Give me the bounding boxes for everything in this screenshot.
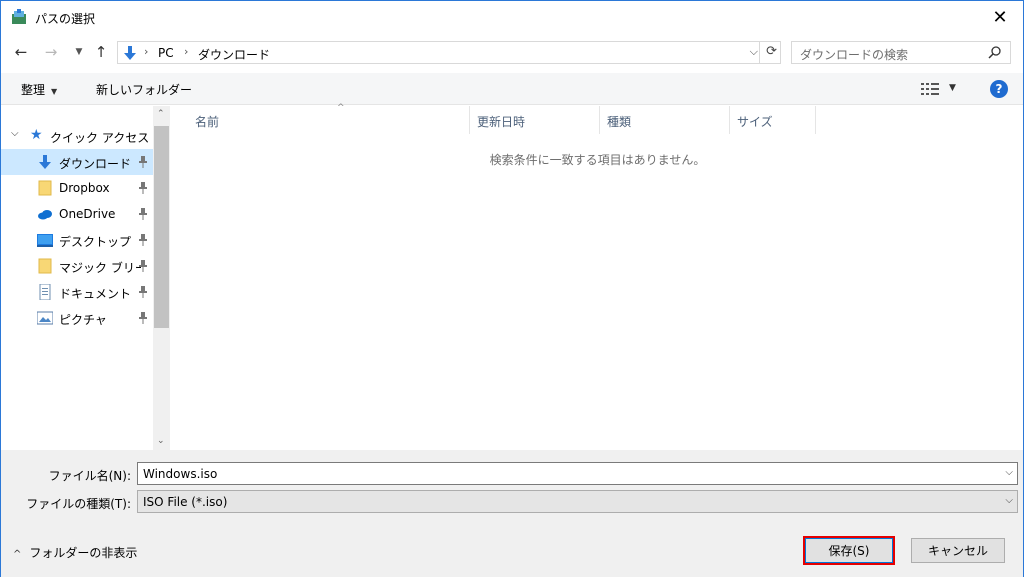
sidebar-item-label: ドキュメント	[59, 287, 132, 301]
refresh-button[interactable]: ⟳	[766, 44, 777, 59]
filetype-label: ファイルの種類(T):	[26, 497, 131, 511]
caret-down-icon: ▼	[51, 87, 58, 96]
sidebar-item-desktop[interactable]: デスクトップ	[1, 227, 153, 253]
cancel-button[interactable]: キャンセル	[911, 538, 1005, 563]
chevron-down-icon[interactable]: ⌵	[11, 128, 19, 139]
sidebar-item-label: OneDrive	[59, 207, 116, 221]
star-icon: ★	[30, 127, 43, 143]
picture-icon	[37, 311, 53, 325]
download-arrow-icon	[39, 155, 51, 169]
column-divider[interactable]	[815, 106, 816, 134]
file-list: 名前 ^ 更新日時 種類 サイズ 検索条件に一致する項目はありません。	[172, 103, 1023, 450]
column-header-size[interactable]: サイズ	[729, 106, 815, 134]
filename-label: ファイル名(N):	[48, 469, 131, 483]
pin-icon	[139, 312, 147, 324]
search-placeholder: ダウンロードの検索	[800, 48, 909, 62]
column-header-type[interactable]: 種類	[599, 106, 729, 134]
sidebar-item-magic-brief[interactable]: マジック ブリーフ	[1, 253, 153, 279]
navigation-pane: ⌵ ★ クイック アクセス ダウンロード Dropbox OneDrive デス…	[1, 106, 171, 450]
view-dropdown-button[interactable]: ▼	[949, 83, 956, 93]
column-label: 種類	[607, 115, 632, 129]
back-button[interactable]: ←	[11, 41, 31, 63]
organize-menu-button[interactable]: 整理 ▼	[21, 81, 57, 98]
pin-icon	[139, 234, 147, 246]
column-label: サイズ	[737, 115, 773, 129]
close-button[interactable]: ✕	[977, 1, 1023, 33]
close-icon: ✕	[992, 6, 1008, 28]
folder-icon	[38, 180, 52, 196]
pin-icon	[139, 156, 147, 168]
hide-folders-button[interactable]: ^ フォルダーの非表示	[13, 544, 137, 561]
search-input[interactable]: ダウンロードの検索	[791, 41, 1011, 64]
sidebar-item-pictures[interactable]: ピクチャ	[1, 305, 153, 331]
sidebar-item-label: デスクトップ	[59, 235, 132, 249]
column-label: 名前	[195, 115, 220, 129]
view-options-icon[interactable]	[921, 82, 939, 96]
sidebar-item-label: ダウンロード	[59, 157, 132, 171]
navigation-bar: ← → ▼ ↑ › PC › ダウンロード ⌵ ⟳ ダウンロードの検索	[1, 37, 1023, 67]
recent-locations-button[interactable]: ▼	[69, 41, 89, 63]
organize-label: 整理	[21, 83, 46, 97]
pin-icon	[139, 182, 147, 194]
column-label: 更新日時	[477, 115, 526, 129]
chevron-up-icon: ^	[13, 549, 22, 560]
pin-icon	[139, 260, 147, 272]
sidebar-item-documents[interactable]: ドキュメント	[1, 279, 153, 305]
sort-ascending-icon: ^	[337, 103, 345, 113]
folder-icon	[38, 258, 52, 274]
pin-icon	[139, 208, 147, 220]
download-arrow-icon	[124, 46, 136, 60]
address-dropdown-button[interactable]: ⌵	[750, 45, 758, 59]
up-button[interactable]: ↑	[91, 41, 111, 63]
command-toolbar: 整理 ▼ 新しいフォルダー ▼ ?	[1, 73, 1023, 105]
filetype-value: ISO File (*.iso)	[143, 495, 228, 509]
breadcrumb-pc[interactable]: PC	[158, 46, 174, 60]
chevron-down-icon[interactable]: ⌵	[1005, 495, 1013, 506]
quick-access-label: クイック アクセス	[50, 131, 150, 145]
scrollbar-thumb[interactable]	[154, 126, 169, 328]
arrow-left-icon: ←	[14, 43, 28, 61]
help-icon[interactable]: ?	[990, 80, 1008, 98]
column-header-modified[interactable]: 更新日時	[469, 106, 599, 134]
navigation-scrollbar[interactable]: ⌃ ⌄	[153, 106, 170, 450]
breadcrumb-separator-icon: ›	[184, 45, 189, 58]
desktop-icon	[37, 234, 53, 247]
document-icon	[39, 284, 51, 300]
filename-field[interactable]: Windows.iso ⌵	[137, 462, 1018, 485]
sidebar-item-label: ピクチャ	[59, 313, 107, 327]
hide-folders-label: フォルダーの非表示	[29, 546, 138, 560]
breadcrumb-downloads[interactable]: ダウンロード	[198, 46, 270, 63]
forward-button[interactable]: →	[41, 41, 61, 63]
sidebar-item-downloads[interactable]: ダウンロード	[1, 149, 153, 175]
title-bar: パスの選択 ✕	[1, 1, 1023, 33]
window-title: パスの選択	[35, 12, 96, 26]
sidebar-item-onedrive[interactable]: OneDrive	[1, 201, 153, 227]
breadcrumb-separator-icon: ›	[144, 45, 149, 58]
filename-value: Windows.iso	[143, 467, 218, 481]
tree-item-quick-access[interactable]: ⌵ ★ クイック アクセス	[7, 126, 153, 146]
arrow-right-icon: →	[44, 43, 58, 61]
file-save-dialog: パスの選択 ✕ ← → ▼ ↑ › PC › ダウンロード ⌵ ⟳ ダウンロード…	[0, 0, 1024, 577]
column-header-name[interactable]: 名前 ^	[187, 103, 469, 134]
search-icon	[988, 46, 1001, 59]
cloud-icon	[38, 210, 52, 220]
arrow-up-icon: ↑	[94, 43, 108, 61]
divider	[759, 42, 760, 63]
sidebar-item-label: マジック ブリーフ	[59, 261, 141, 275]
scroll-down-icon[interactable]: ⌄	[157, 436, 165, 446]
sidebar-item-dropbox[interactable]: Dropbox	[1, 175, 153, 201]
filetype-select[interactable]: ISO File (*.iso) ⌵	[137, 490, 1018, 513]
app-icon	[12, 9, 26, 24]
pin-icon	[139, 286, 147, 298]
new-folder-label: 新しいフォルダー	[96, 83, 193, 97]
sidebar-item-label: Dropbox	[59, 181, 110, 195]
scroll-up-icon[interactable]: ⌃	[157, 109, 165, 119]
dialog-footer: ファイル名(N): Windows.iso ⌵ ファイルの種類(T): ISO …	[1, 450, 1023, 577]
empty-list-message: 検索条件に一致する項目はありません。	[489, 153, 706, 167]
address-bar[interactable]: › PC › ダウンロード ⌵ ⟳	[117, 41, 781, 64]
save-button[interactable]: 保存(S)	[805, 538, 893, 563]
chevron-down-icon[interactable]: ⌵	[1005, 467, 1013, 478]
chevron-down-icon: ▼	[75, 47, 83, 57]
new-folder-button[interactable]: 新しいフォルダー	[96, 81, 192, 98]
